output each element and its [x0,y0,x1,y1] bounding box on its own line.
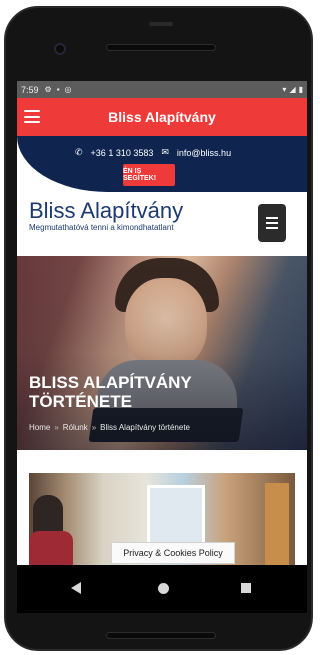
breadcrumb-rolunk[interactable]: Rólunk [63,423,88,432]
earpiece-speaker-icon [106,44,216,51]
breadcrumb: Home » Rólunk » Bliss Alapítvány történe… [29,423,190,432]
speaker-grille-icon [149,22,173,26]
hero-headline-line1: BLISS ALAPÍTVÁNY [29,373,192,392]
bottom-speaker-icon [106,632,216,639]
privacy-cookies-button[interactable]: Privacy & Cookies Policy [111,542,235,564]
hero-overlay [17,256,307,450]
email-link[interactable]: info@bliss.hu [177,148,231,158]
phone-screen: 7:59 ⚙ ▪ ◎ ▾ ◢ ▮ Bliss Alapítvány ✆ +36 … [17,81,307,613]
app-bar: Bliss Alapítvány [17,98,307,136]
menu-bar-icon [266,227,278,229]
app-title: Bliss Alapítvány [108,109,216,125]
classroom-shelf [265,483,289,565]
wifi-icon: ▾ [282,85,287,94]
site-name: Bliss Alapítvány [29,198,184,223]
status-bar: 7:59 ⚙ ▪ ◎ ▾ ◢ ▮ [17,81,307,98]
breadcrumb-current: Bliss Alapítvány története [100,423,190,432]
phone-number-link[interactable]: +36 1 310 3583 [91,148,154,158]
sync-icon: ◎ [64,85,72,94]
android-nav-bar [17,565,307,613]
envelope-icon: ✉ [161,147,169,157]
site-logo[interactable]: Bliss Alapítvány Megmutathatóvá tenni a … [29,198,184,233]
menu-bar-icon [266,222,278,224]
hero-headline: BLISS ALAPÍTVÁNY TÖRTÉNETE [29,373,192,411]
front-camera-icon [54,43,66,55]
hero-banner: BLISS ALAPÍTVÁNY TÖRTÉNETE Home » Rólunk… [17,256,307,450]
contact-band: ✆ +36 1 310 3583 ✉ info@bliss.hu ÉN IS S… [17,136,307,192]
breadcrumb-separator: » [91,423,97,432]
sim-icon: ▪ [56,85,60,94]
signal-icon: ◢ [289,85,296,94]
menu-bar-icon [266,217,278,219]
contact-row: ✆ +36 1 310 3583 ✉ info@bliss.hu [75,147,231,158]
back-icon[interactable] [71,582,81,594]
gear-icon: ⚙ [44,85,52,94]
battery-icon: ▮ [298,85,303,94]
recent-apps-icon[interactable] [241,583,251,593]
classroom-person-shirt [29,531,73,565]
phone-icon: ✆ [75,147,83,157]
classroom-window [147,485,205,545]
site-menu-button[interactable] [258,204,286,242]
status-time: 7:59 [21,84,39,95]
donate-button[interactable]: ÉN IS SEGÍTEK! [123,164,175,186]
breadcrumb-home[interactable]: Home [29,423,50,432]
hero-headline-line2: TÖRTÉNETE [29,392,132,411]
breadcrumb-separator: » [54,423,59,432]
home-icon[interactable] [158,583,169,594]
site-tagline: Megmutathatóvá tenni a kimondhatatlant [29,223,174,232]
